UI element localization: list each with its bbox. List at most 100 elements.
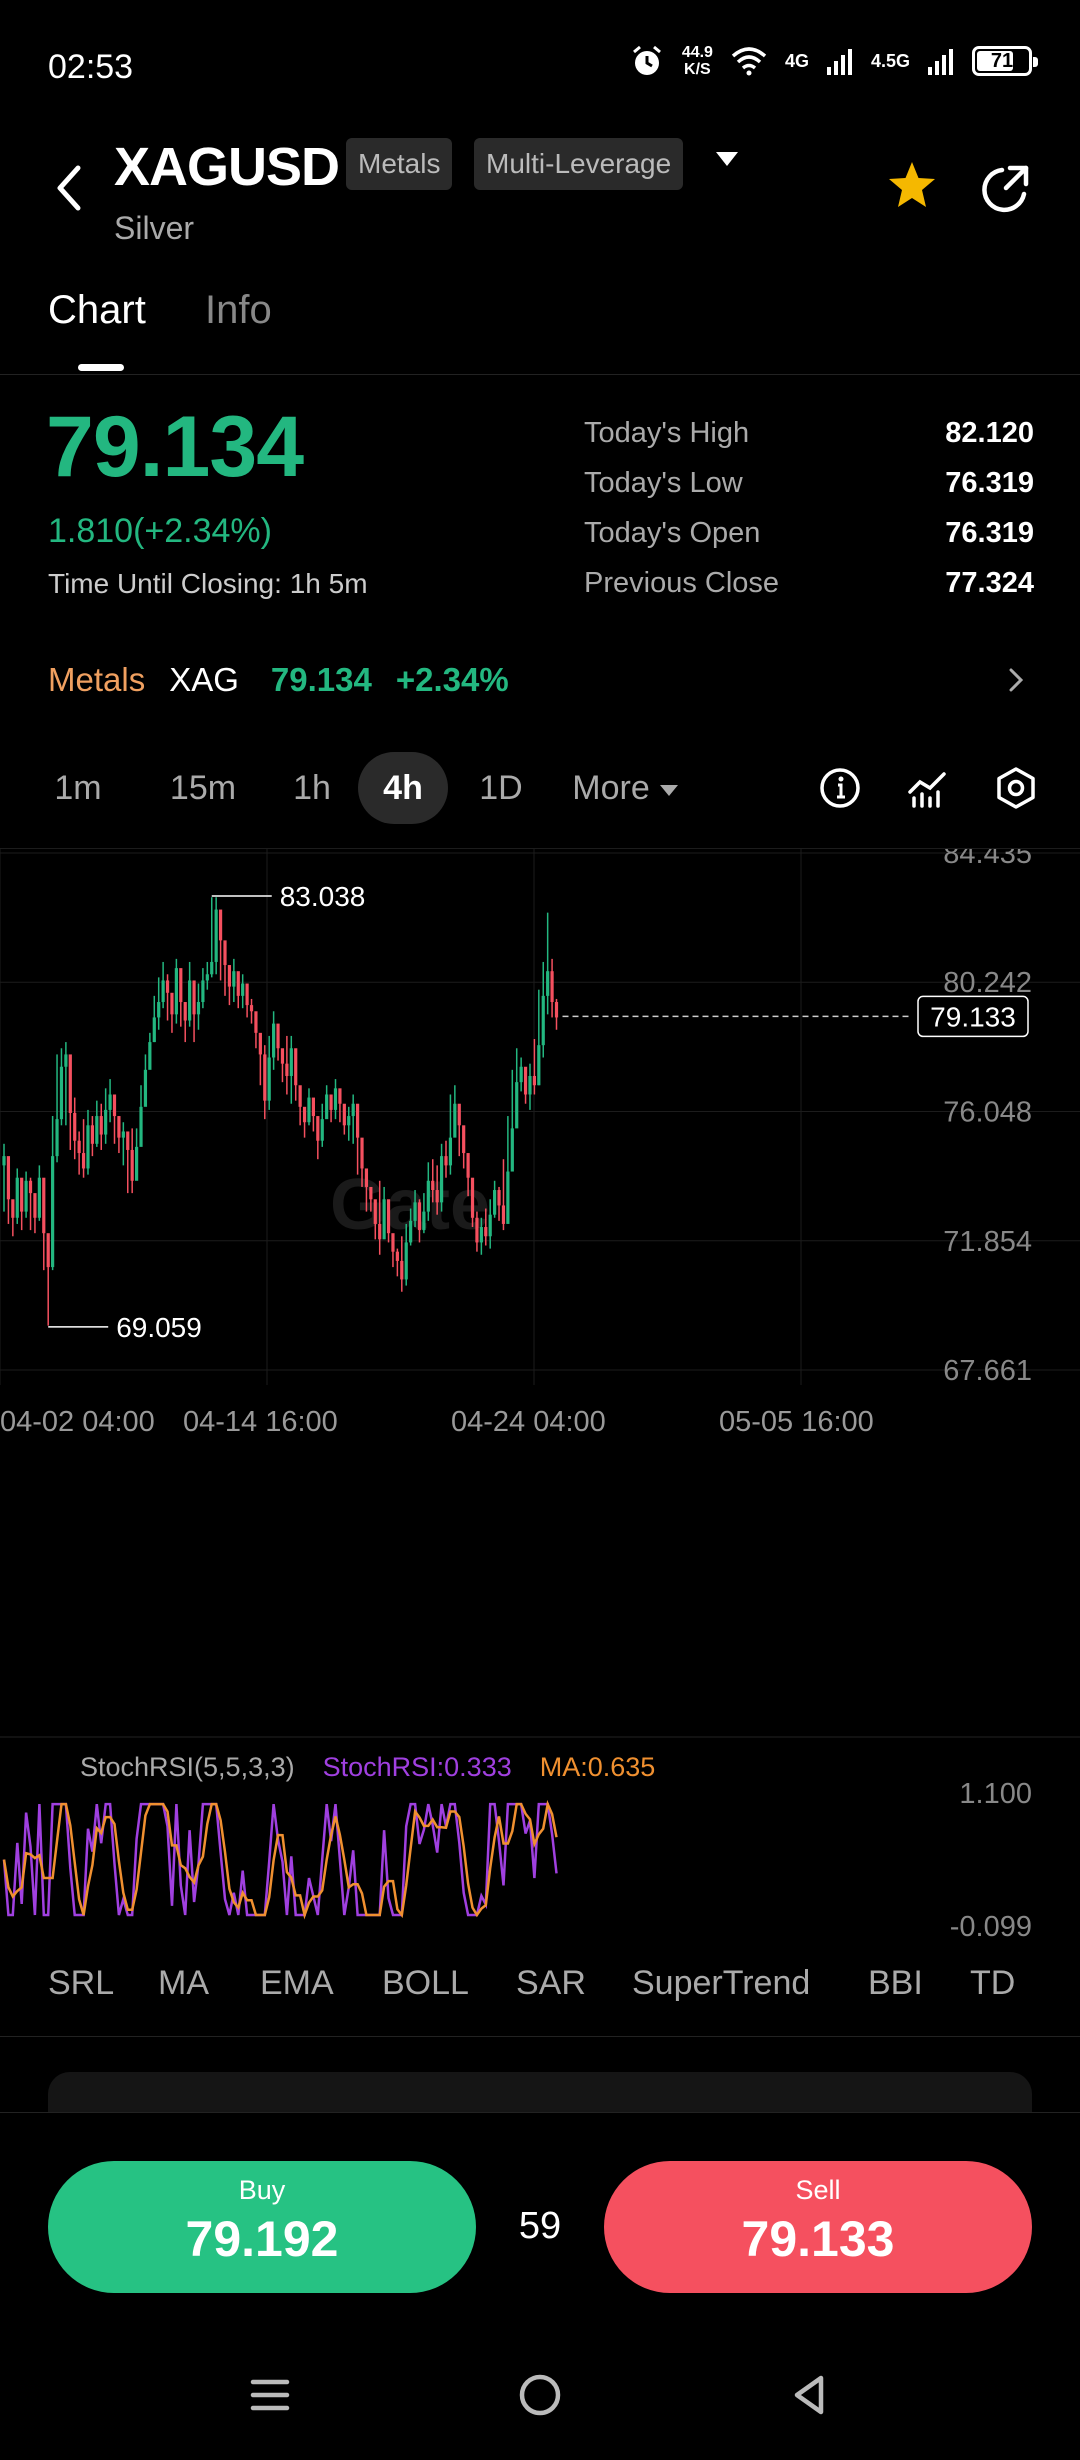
info-icon[interactable] <box>818 766 862 810</box>
back-triangle-icon[interactable] <box>785 2370 835 2420</box>
indicator-value: StochRSI:0.333 <box>322 1752 512 1782</box>
candle-body <box>550 971 554 1003</box>
x-tick-label: 04-24 04:00 <box>451 1406 606 1438</box>
battery-level: 71 <box>990 49 1014 72</box>
candle-body <box>20 1177 24 1212</box>
candle-body <box>2 1156 6 1166</box>
candle-body <box>294 1048 298 1086</box>
stat-row-prev-close: Previous Close 77.324 <box>584 558 1034 608</box>
candle-body <box>532 1075 536 1086</box>
indicator-min-label: -0.099 <box>950 1911 1032 1939</box>
home-icon[interactable] <box>515 2370 565 2420</box>
timeframe-1m[interactable]: 1m <box>48 752 108 824</box>
divider <box>0 2036 1080 2037</box>
battery-icon: 71 <box>972 46 1038 76</box>
header: XAGUSD Metals Multi-Leverage Silver <box>0 120 1080 270</box>
speed-value: 44.9 <box>681 44 713 61</box>
indicator-name: StochRSI(5,5,3,3) <box>80 1752 295 1782</box>
candle-body <box>218 909 223 941</box>
candle-body <box>382 1199 386 1240</box>
indicator-tab-ema[interactable]: EMA <box>260 1964 334 2003</box>
candle-body <box>55 1119 59 1157</box>
back-arrow-icon[interactable] <box>44 158 94 218</box>
indicator-tab-supertrend[interactable]: SuperTrend <box>632 1964 810 2003</box>
indicator-max-label: 1.100 <box>959 1778 1032 1810</box>
candle-body <box>174 968 178 1015</box>
dropdown-caret-icon[interactable] <box>716 152 738 166</box>
candle-body <box>267 1057 271 1101</box>
stat-row-open: Today's Open 76.319 <box>584 508 1034 558</box>
stat-label: Today's Open <box>584 516 761 549</box>
candle-body <box>373 1199 377 1224</box>
stat-value: 77.324 <box>945 566 1034 599</box>
leverage-tag[interactable]: Multi-Leverage <box>474 138 684 190</box>
candle-body <box>64 1054 68 1067</box>
candle-body <box>192 980 196 1015</box>
timeframe-1h[interactable]: 1h <box>284 752 340 824</box>
x-tick-label: 04-14 16:00 <box>183 1406 338 1438</box>
tab-info[interactable]: Info <box>205 288 272 333</box>
indicator-tab-bbi[interactable]: BBI <box>868 1964 923 2003</box>
active-tab-indicator <box>78 364 124 371</box>
candle-body <box>37 1177 41 1218</box>
y-tick-label: 84.435 <box>943 849 1032 870</box>
alarm-icon <box>632 45 661 75</box>
favorite-star-icon[interactable] <box>884 158 940 214</box>
timeframe-4h[interactable]: 4h <box>358 752 448 824</box>
candle-body <box>289 1048 293 1076</box>
candle-body <box>245 983 249 1006</box>
timeframe-more[interactable]: More <box>560 752 690 824</box>
sell-label: Sell <box>795 2175 841 2205</box>
candle-body <box>42 1177 46 1234</box>
candle-body <box>378 1223 382 1240</box>
candle-body <box>501 1205 506 1224</box>
wifi-icon <box>731 47 767 76</box>
indicator-tab-boll[interactable]: BOLL <box>382 1964 469 2003</box>
y-axis-labels: 84.435 80.242 76.048 71.854 67.661 <box>943 849 1032 1387</box>
buy-button[interactable]: Buy 79.192 <box>48 2161 476 2293</box>
chevron-right-icon[interactable] <box>1006 666 1026 694</box>
timeframe-15m[interactable]: 15m <box>166 752 240 824</box>
indicator-settings-icon[interactable] <box>906 766 950 810</box>
candle-body <box>227 965 232 987</box>
indicator-tab-td[interactable]: TD <box>970 1964 1015 2003</box>
candle-body <box>364 1168 369 1187</box>
daily-stats: Today's High 82.120 Today's Low 76.319 T… <box>584 408 1034 608</box>
candle-body <box>117 1116 121 1138</box>
share-icon[interactable] <box>980 162 1032 214</box>
candle-body <box>165 980 170 993</box>
candle-body <box>161 980 165 1003</box>
related-price: 79.134 <box>270 661 372 698</box>
candle-body <box>51 1156 55 1268</box>
candle-body <box>329 1094 333 1110</box>
timeframe-1d[interactable]: 1D <box>470 752 532 824</box>
y-tick-label: 76.048 <box>943 1097 1032 1129</box>
candle-body <box>506 1171 510 1224</box>
indicator-tabs: SRL MA EMA BOLL SAR SuperTrend BBI TD <box>48 1950 1048 2030</box>
candle-body <box>333 1088 338 1110</box>
indicator-legend: StochRSI(5,5,3,3) StochRSI:0.333 MA:0.63… <box>80 1752 655 1783</box>
tab-chart[interactable]: Chart <box>48 288 146 333</box>
sell-button[interactable]: Sell 79.133 <box>604 2161 1032 2293</box>
speed-unit: K/S <box>684 61 711 78</box>
indicator-tab-srl[interactable]: SRL <box>48 1964 114 2003</box>
candle-body <box>395 1251 399 1261</box>
menu-icon[interactable] <box>245 2370 295 2420</box>
indicator-tab-sar[interactable]: SAR <box>516 1964 586 2003</box>
stat-value: 82.120 <box>945 416 1034 449</box>
candle-body <box>108 1094 112 1110</box>
candle-body <box>201 980 205 1003</box>
buy-label: Buy <box>238 2175 286 2205</box>
candle-body <box>307 1097 311 1123</box>
related-market-row[interactable]: Metals XAG 79.134 +2.34% <box>48 650 1038 710</box>
candle-body <box>121 1131 125 1138</box>
candle-body <box>369 1186 373 1200</box>
indicator-tab-ma[interactable]: MA <box>158 1964 209 2003</box>
candle-body <box>254 1011 258 1033</box>
candle-body <box>400 1260 404 1280</box>
candle-body <box>183 1002 187 1021</box>
candle-body <box>457 1103 461 1126</box>
settings-hex-icon[interactable] <box>994 766 1038 810</box>
candle-body <box>11 1199 15 1218</box>
candle-body <box>325 1094 329 1120</box>
